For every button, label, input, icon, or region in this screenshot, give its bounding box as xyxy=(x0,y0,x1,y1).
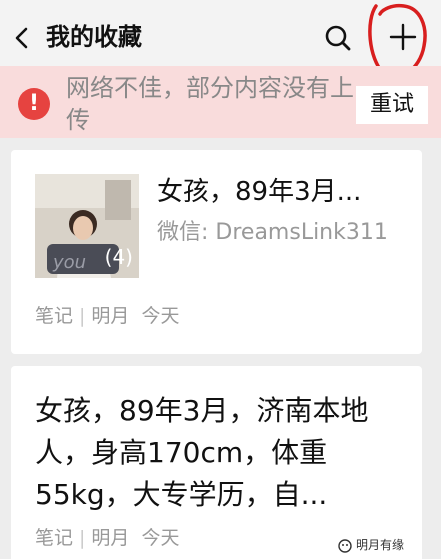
thumbnail-image: you (4) xyxy=(35,174,139,278)
item-type: 笔记 xyxy=(35,527,74,549)
retry-button[interactable]: 重试 xyxy=(356,86,428,124)
alert-icon: ! xyxy=(18,88,50,120)
item-date: 今天 xyxy=(141,527,180,549)
search-icon[interactable] xyxy=(322,22,354,54)
item-author: 明月 xyxy=(91,527,130,549)
item-type: 笔记 xyxy=(35,305,74,327)
favorite-item[interactable]: 女孩，89年3月，济南本地人，身高170cm，体重55kg，大专学历，自... … xyxy=(11,366,422,559)
watermark: 明月有缘 xyxy=(338,534,404,556)
meta-divider: | xyxy=(79,305,86,327)
item-subtitle: 微信: DreamsLink311 xyxy=(157,220,388,245)
nav-header: 我的收藏 xyxy=(0,6,441,66)
item-meta: 笔记 | 明月 今天 xyxy=(35,526,179,550)
svg-text:you: you xyxy=(52,252,86,273)
image-count: (4) xyxy=(104,245,133,269)
watermark-text: 明月有缘 xyxy=(356,538,405,552)
wechat-icon xyxy=(338,538,352,553)
plus-icon[interactable] xyxy=(388,22,418,52)
favorite-item[interactable]: you (4) 女孩，89年3月... 微信: DreamsLink311 笔记… xyxy=(11,150,422,354)
banner-message: 网络不佳，部分内容没有上传 xyxy=(66,74,354,134)
item-meta: 笔记 | 明月 今天 xyxy=(35,304,179,328)
page-title: 我的收藏 xyxy=(46,23,142,51)
item-author: 明月 xyxy=(91,305,130,327)
meta-divider: | xyxy=(79,527,86,549)
chevron-left-icon[interactable] xyxy=(8,24,36,52)
item-title: 女孩，89年3月... xyxy=(157,177,362,207)
item-date: 今天 xyxy=(141,305,180,327)
item-text: 女孩，89年3月，济南本地人，身高170cm，体重55kg，大专学历，自... xyxy=(35,394,369,511)
